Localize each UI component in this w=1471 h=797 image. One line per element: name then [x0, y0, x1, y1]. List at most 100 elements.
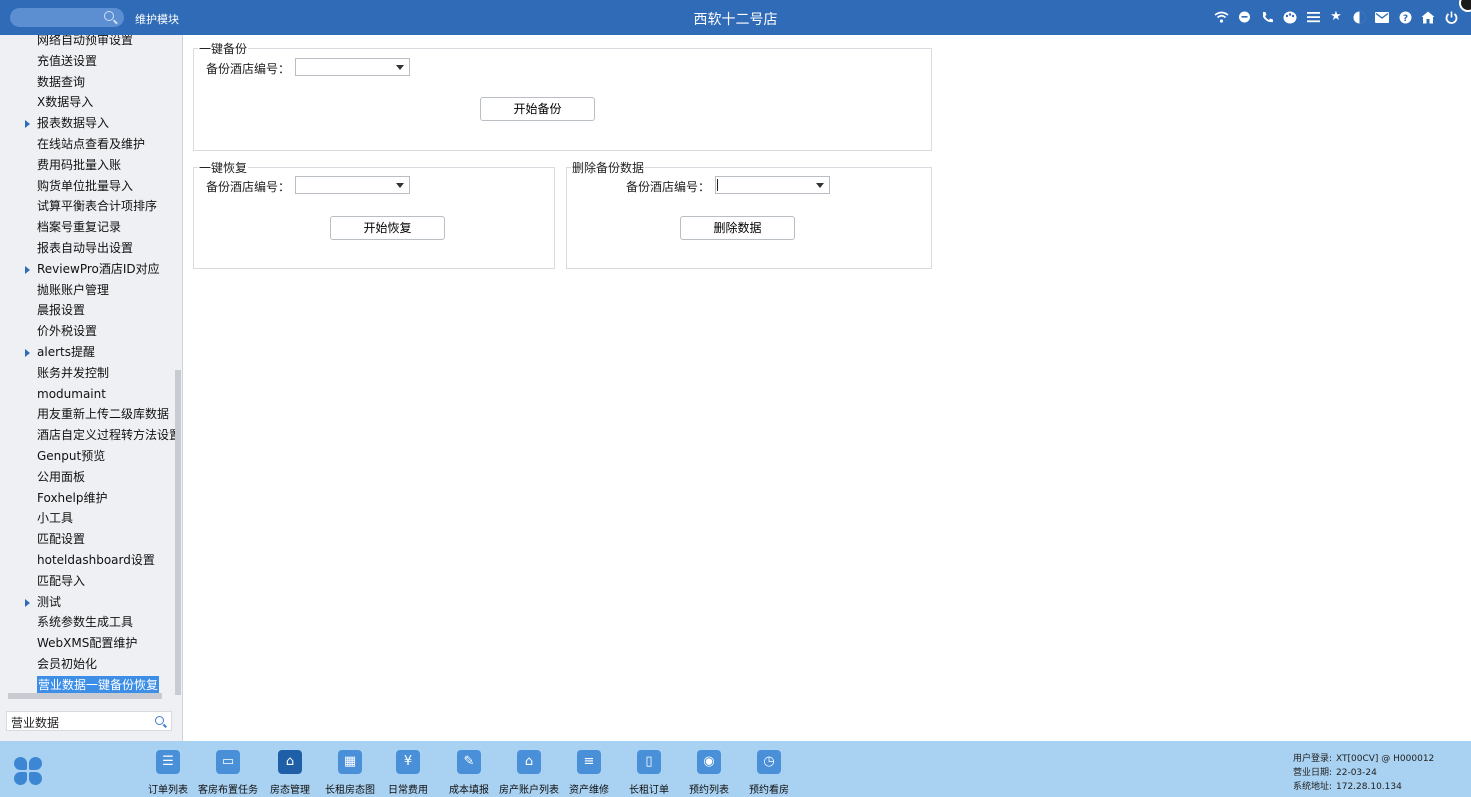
sidebar-item[interactable]: 晨报设置	[0, 300, 175, 321]
sidebar-item[interactable]: 匹配设置	[0, 529, 175, 550]
list-icon[interactable]: ☰	[156, 750, 180, 774]
backup-hotel-select[interactable]	[295, 58, 410, 76]
sidebar-item-label: Foxhelp维护	[37, 490, 108, 505]
sidebar-item[interactable]: ReviewPro酒店ID对应	[0, 259, 175, 280]
sidebar-item[interactable]: 小工具	[0, 508, 175, 529]
sidebar-item-label: 营业数据一键备份恢复	[37, 675, 160, 694]
sidebar-item[interactable]: 费用码批量入账	[0, 155, 175, 176]
book-icon[interactable]: ▯	[637, 750, 661, 774]
delete-hotel-label: 备份酒店编号：	[626, 180, 711, 194]
database-icon[interactable]: ≡	[577, 750, 601, 774]
delete-data-button[interactable]: 删除数据	[680, 216, 795, 240]
toolbar-item[interactable]: ▭ 客房布置任务	[193, 750, 263, 796]
logo-petal-4	[29, 772, 42, 785]
sidebar-item[interactable]: 系统参数生成工具	[0, 612, 175, 633]
logo-petal-3	[14, 772, 27, 785]
sidebar-search-value: 营业数据	[11, 716, 60, 730]
search-icon[interactable]	[155, 716, 164, 725]
sidebar-item[interactable]: 购货单位批量导入	[0, 176, 175, 197]
backup-group: 一键备份 备份酒店编号： 开始备份	[193, 40, 932, 151]
sidebar-item[interactable]: 在线站点查看及维护	[0, 134, 175, 155]
calendar-icon[interactable]: ◉	[697, 750, 721, 774]
sidebar-item[interactable]: 报表数据导入	[0, 113, 175, 134]
sidebar-item[interactable]: 测试	[0, 592, 175, 613]
app-logo-icon[interactable]	[14, 757, 42, 785]
sidebar-item-label: hoteldashboard设置	[37, 552, 155, 567]
house-icon[interactable]: ⌂	[278, 750, 302, 774]
svg-text:?: ?	[1402, 14, 1407, 24]
sidebar-item[interactable]: WebXMS配置维护	[0, 633, 175, 654]
building-icon[interactable]: ▦	[338, 750, 362, 774]
home-icon[interactable]	[1420, 9, 1436, 25]
sidebar-item[interactable]: hoteldashboard设置	[0, 550, 175, 571]
phone-icon[interactable]	[1259, 9, 1275, 25]
theme-icon[interactable]	[1351, 9, 1367, 25]
sidebar-item[interactable]: Foxhelp维护	[0, 488, 175, 509]
sidebar-item-label: 匹配设置	[37, 532, 86, 547]
restore-hotel-label: 备份酒店编号：	[206, 180, 291, 194]
property-icon[interactable]: ⌂	[517, 750, 541, 774]
sidebar-item[interactable]: 用友重新上传二级库数据	[0, 404, 175, 425]
sidebar-item[interactable]: Genput预览	[0, 446, 175, 467]
sidebar-item[interactable]: modumaint	[0, 384, 175, 405]
sidebar-item[interactable]: 价外税设置	[0, 321, 175, 342]
toolbar-item[interactable]: ◷ 预约看房	[734, 750, 804, 796]
expand-arrow-icon[interactable]	[25, 265, 30, 274]
sidebar-horizontal-scrollbar[interactable]	[8, 693, 162, 699]
sidebar-item[interactable]: 账务并发控制	[0, 363, 175, 384]
sidebar-item-label: ReviewPro酒店ID对应	[37, 261, 160, 276]
delete-hotel-select[interactable]	[715, 176, 830, 194]
sidebar-search-input[interactable]: 营业数据	[6, 711, 172, 731]
bottom-toolbar: ☰ 订单列表 ▭ 客房布置任务 ⌂ 房态管理 ▦ 长租房态图 ¥ 日常费用 ✎ 成本填报 ⌂ 房产账户列表…	[0, 741, 1471, 797]
palette-icon[interactable]	[1282, 9, 1298, 25]
sidebar-item-label: 匹配导入	[37, 573, 86, 588]
sidebar-item-label: 网络自动预审设置	[37, 35, 134, 47]
sidebar-item-label: 费用码批量入账	[37, 157, 122, 172]
sidebar-item[interactable]: alerts提醒	[0, 342, 175, 363]
sidebar-item-label: 账务并发控制	[37, 365, 110, 380]
expand-arrow-icon[interactable]	[25, 598, 30, 607]
sidebar-item-label: X数据导入	[37, 95, 94, 110]
sidebar-tree: 网络自动预审设置充值送设置 数据查询 X数据导入报表数据导入 在线站点查看及维护费用码…	[0, 35, 175, 696]
sidebar-item[interactable]: 档案号重复记录	[0, 217, 175, 238]
restore-hotel-select[interactable]	[295, 176, 410, 194]
yen-icon[interactable]: ¥	[396, 750, 420, 774]
sidebar-item[interactable]: 匹配导入	[0, 571, 175, 592]
sidebar-item[interactable]: 试算平衡表合计项排序	[0, 196, 175, 217]
star-icon[interactable]: ★	[1328, 9, 1344, 25]
mail-icon[interactable]	[1374, 9, 1390, 25]
sidebar-item[interactable]: 报表自动导出设置	[0, 238, 175, 259]
expand-arrow-icon[interactable]	[25, 120, 30, 129]
chat-icon[interactable]	[1236, 9, 1252, 25]
power-icon[interactable]	[1443, 9, 1459, 25]
sidebar-vertical-scrollbar[interactable]	[175, 370, 181, 695]
sidebar-item[interactable]: 网络自动预审设置	[0, 35, 175, 51]
sidebar-item-label: 酒店自定义过程转方法设置	[37, 428, 175, 443]
sidebar-item-label: 价外税设置	[37, 324, 98, 339]
sidebar-item[interactable]: 抛账账户管理	[0, 280, 175, 301]
menu-icon[interactable]	[1305, 9, 1321, 25]
sidebar-item-label: 公用面板	[37, 469, 86, 484]
expand-arrow-icon[interactable]	[25, 348, 30, 357]
sidebar-item[interactable]: 数据查询	[0, 72, 175, 93]
sidebar-item-label: 试算平衡表合计项排序	[37, 199, 158, 214]
sidebar-item-label: alerts提醒	[37, 344, 95, 359]
sidebar-item[interactable]: 会员初始化	[0, 654, 175, 675]
sidebar-item[interactable]: 充值送设置	[0, 51, 175, 72]
logo-petal-1	[14, 757, 27, 770]
edit-icon[interactable]: ✎	[457, 750, 481, 774]
wifi-icon[interactable]	[1213, 9, 1229, 25]
sidebar-item-label: Genput预览	[37, 448, 106, 463]
backup-legend: 一键备份	[198, 40, 249, 57]
sidebar-item-label: 购货单位批量导入	[37, 178, 134, 193]
bed-icon[interactable]: ▭	[216, 750, 240, 774]
sidebar: 网络自动预审设置充值送设置 数据查询 X数据导入报表数据导入 在线站点查看及维护费用码…	[0, 35, 183, 741]
start-backup-button[interactable]: 开始备份	[480, 97, 595, 121]
help-icon[interactable]: ?	[1397, 9, 1413, 25]
sidebar-item[interactable]: 酒店自定义过程转方法设置	[0, 425, 175, 446]
sidebar-item[interactable]: 公用面板	[0, 467, 175, 488]
sidebar-item[interactable]: X数据导入	[0, 92, 175, 113]
start-restore-button[interactable]: 开始恢复	[330, 216, 445, 240]
clock-icon[interactable]: ◷	[757, 750, 781, 774]
toolbar-item[interactable]: ¥ 日常费用	[373, 750, 443, 796]
